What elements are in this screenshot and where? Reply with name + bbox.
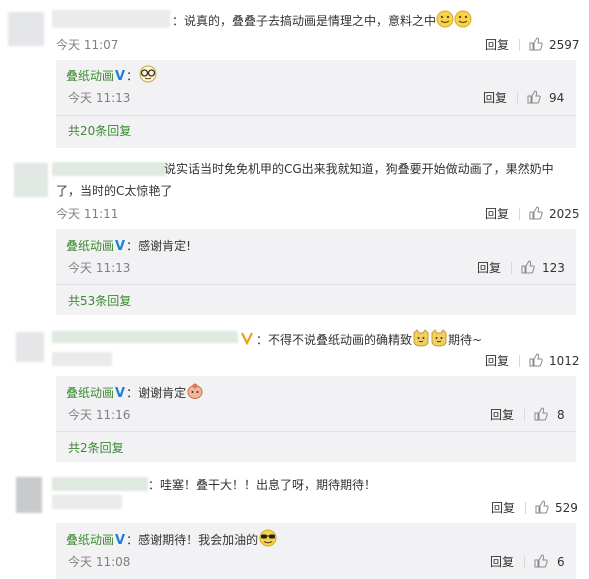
smile-emoji-icon <box>436 10 454 28</box>
more-replies-link[interactable]: 共20条回复 <box>68 123 131 139</box>
reply-button[interactable]: 回复 <box>485 206 509 222</box>
glasses-emoji-icon <box>139 65 157 83</box>
sunglasses-emoji-icon <box>259 529 277 547</box>
comment-body-tail: 期待~ <box>448 333 483 347</box>
username-blurred[interactable] <box>52 477 148 491</box>
like-thumb-icon[interactable] <box>534 407 548 421</box>
separator <box>517 92 518 104</box>
cat-emoji-icon <box>413 329 429 347</box>
sub-reply-time: 今天 11:16 <box>68 408 131 422</box>
like-count: 2597 <box>549 38 580 52</box>
reply-button[interactable]: 回复 <box>485 37 509 53</box>
avatar[interactable] <box>8 12 44 46</box>
like-count: 6 <box>557 555 565 569</box>
like-thumb-icon[interactable] <box>529 353 543 367</box>
sub-reply-time: 今天 11:13 <box>68 91 131 105</box>
verified-badge-icon <box>241 332 253 345</box>
sub-reply-body: 谢谢肯定 <box>138 386 187 400</box>
more-replies-link[interactable]: 共53条回复 <box>68 293 131 309</box>
avatar[interactable] <box>14 163 48 197</box>
separator <box>525 502 526 514</box>
comment-text-line1: 说实话当时免免机甲的CG出来我就知道，狗叠要开始做动画了，果然奶中 <box>164 162 554 176</box>
sub-reply-text: 叠纸动画V： <box>66 65 158 87</box>
username-blurred[interactable] <box>52 162 166 176</box>
separator <box>524 556 525 568</box>
comment-time: 今天 11:11 <box>56 207 119 221</box>
separator <box>519 355 520 367</box>
comment-body: ：不得不说叠纸动画的确精致 <box>256 333 413 347</box>
verified-badge-icon: V <box>115 386 126 401</box>
smile-emoji-icon <box>454 10 472 28</box>
like-count: 529 <box>555 501 578 515</box>
reply-button[interactable]: 回复 <box>483 90 507 106</box>
comment-text: ：哇塞！叠干大！！出息了呀，期待期待！ <box>148 478 377 492</box>
comment-text-line2: 了，当时的C太惊艳了 <box>56 184 173 198</box>
avatar[interactable] <box>16 332 44 362</box>
like-thumb-icon[interactable] <box>529 206 543 220</box>
colon: ： <box>126 533 139 547</box>
like-thumb-icon[interactable] <box>527 90 541 104</box>
sub-reply-body: 感谢期待！我会加油的 <box>138 533 259 547</box>
author-name[interactable]: 叠纸动画 <box>66 386 114 400</box>
separator <box>519 208 520 220</box>
comment-body: ：说真的，叠叠子去搞动画是情理之中，意料之中 <box>172 14 437 28</box>
reply-button[interactable]: 回复 <box>490 554 514 570</box>
bun-emoji-icon <box>187 383 203 399</box>
more-replies-link[interactable]: 共2条回复 <box>68 440 124 456</box>
username-blurred[interactable] <box>52 331 238 343</box>
sub-reply-text: 叠纸动画V：感谢期待！我会加油的 <box>66 529 278 551</box>
username-blurred[interactable] <box>52 352 112 366</box>
colon: ： <box>126 386 139 400</box>
divider <box>56 431 576 432</box>
reply-button[interactable]: 回复 <box>485 353 509 369</box>
author-name[interactable]: 叠纸动画 <box>66 69 114 83</box>
like-count: 94 <box>549 91 565 105</box>
like-thumb-icon[interactable] <box>534 554 548 568</box>
like-thumb-icon[interactable] <box>529 37 543 51</box>
sub-reply-body: 感谢肯定! <box>138 239 191 253</box>
like-count: 1012 <box>549 354 580 368</box>
username-blurred[interactable] <box>52 10 170 28</box>
username-blurred[interactable] <box>52 495 122 509</box>
colon: ： <box>126 69 139 83</box>
reply-button[interactable]: 回复 <box>477 260 501 276</box>
like-thumb-icon[interactable] <box>535 500 549 514</box>
like-count: 8 <box>557 408 565 422</box>
cat-emoji-icon <box>431 329 447 347</box>
comment-text: ：说真的，叠叠子去搞动画是情理之中，意料之中 <box>172 10 472 31</box>
comment-time: 今天 11:07 <box>56 38 119 52</box>
author-name[interactable]: 叠纸动画 <box>66 533 114 547</box>
verified-badge-icon: V <box>115 533 126 548</box>
reply-button[interactable]: 回复 <box>491 500 515 516</box>
like-thumb-icon[interactable] <box>521 260 535 274</box>
avatar[interactable] <box>16 477 42 513</box>
separator <box>524 409 525 421</box>
comment-text: ：不得不说叠纸动画的确精致 期待~ <box>256 329 482 350</box>
divider <box>56 284 576 285</box>
author-name[interactable]: 叠纸动画 <box>66 239 114 253</box>
verified-badge-icon: V <box>115 239 126 254</box>
sub-reply-time: 今天 11:13 <box>68 261 131 275</box>
reply-button[interactable]: 回复 <box>490 407 514 423</box>
divider <box>56 115 576 116</box>
colon: ： <box>126 239 139 253</box>
separator <box>511 262 512 274</box>
sub-reply-text: 叠纸动画V：感谢肯定! <box>66 236 191 257</box>
like-count: 2025 <box>549 207 580 221</box>
sub-reply-time: 今天 11:08 <box>68 555 131 569</box>
separator <box>519 39 520 51</box>
like-count: 123 <box>542 261 565 275</box>
sub-reply-text: 叠纸动画V：谢谢肯定 <box>66 382 204 404</box>
verified-badge-icon: V <box>115 69 126 84</box>
